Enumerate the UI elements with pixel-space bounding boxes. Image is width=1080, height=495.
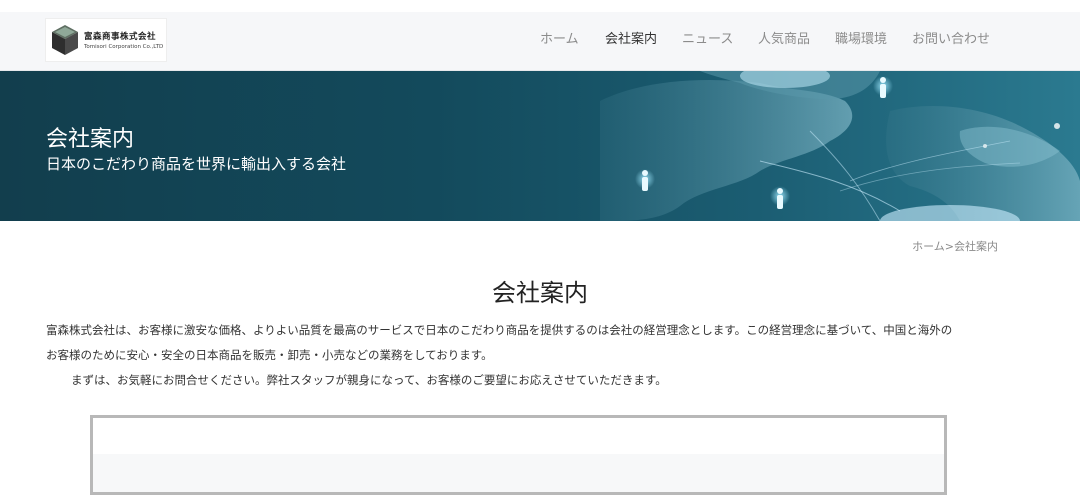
nav-item-news[interactable]: ニュース bbox=[682, 32, 733, 48]
world-map-graphic bbox=[600, 71, 1080, 221]
intro-paragraph-line-2: お客様のために安心・安全の日本商品を販売・卸売・小売などの業務をしております。 bbox=[46, 348, 493, 362]
nav-item-home[interactable]: ホーム bbox=[540, 32, 579, 48]
banner-title: 会社案内 bbox=[46, 127, 135, 152]
breadcrumb-separator: > bbox=[944, 240, 954, 253]
nav-item-contact[interactable]: お問い合わせ bbox=[912, 32, 990, 48]
nav-item-popular-products[interactable]: 人気商品 bbox=[758, 32, 810, 48]
nav-item-workplace[interactable]: 職場環境 bbox=[835, 32, 887, 48]
page-title: 会社案内 bbox=[492, 279, 588, 307]
breadcrumb-home-link[interactable]: ホーム bbox=[912, 240, 945, 253]
hero-banner: 会社案内 日本のこだわり商品を世界に輸出入する会社 bbox=[0, 71, 1080, 221]
breadcrumb-current: 会社案内 bbox=[954, 240, 998, 253]
main-nav: ホーム 会社案内 ニュース 人気商品 職場環境 お問い合わせ bbox=[0, 12, 1080, 70]
embedded-content-area bbox=[93, 454, 944, 492]
breadcrumb: ホーム>会社案内 bbox=[912, 238, 998, 254]
embedded-content-frame bbox=[90, 415, 947, 495]
nav-item-company[interactable]: 会社案内 bbox=[605, 32, 657, 48]
banner-subtitle: 日本のこだわり商品を世界に輸出入する会社 bbox=[46, 155, 347, 173]
top-strip bbox=[0, 0, 1080, 12]
site-header: 富森商事株式会社 Tomisori Corporation Co.,LTD ホー… bbox=[0, 12, 1080, 71]
intro-paragraph-line-1: 富森株式会社は、お客様に激安な価格、よりよい品質を最高のサービスで日本のこだわり… bbox=[46, 323, 953, 337]
intro-paragraph-line-3: まずは、お気軽にお問合せください。弊社スタッフが親身になって、お客様のご要望にお… bbox=[71, 373, 667, 387]
